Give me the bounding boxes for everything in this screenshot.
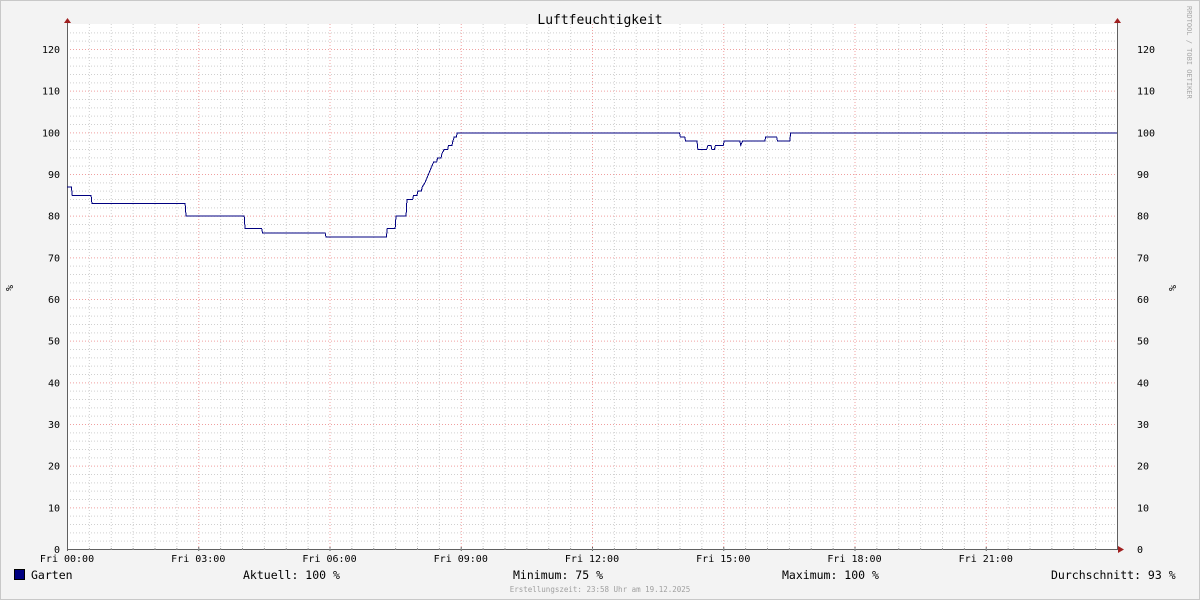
x-tick-label: Fri 18:00 <box>827 554 881 565</box>
y-tick-label-left: 30 <box>48 420 60 431</box>
legend-swatch <box>14 569 25 580</box>
y-tick-label-right: 110 <box>1137 87 1155 98</box>
x-tick-label: Fri 15:00 <box>696 554 750 565</box>
y-tick-label-right: 120 <box>1137 45 1155 56</box>
y-tick-label-left: 100 <box>42 128 60 139</box>
watermark: RRDTOOL / TOBI OETIKER <box>1185 6 1193 100</box>
y-axis-left-arrow <box>64 18 71 23</box>
y-tick-label-left: 10 <box>48 503 60 514</box>
x-tick-labels: Fri 00:00 Fri 03:00 Fri 06:00 Fri 09:00 Fri … <box>40 554 1013 565</box>
x-tick-label: Fri 21:00 <box>959 554 1013 565</box>
x-tick-label: Fri 03:00 <box>171 554 225 565</box>
y-tick-label-left: 120 <box>42 45 60 56</box>
y-tick-label-right: 70 <box>1137 253 1149 264</box>
y-tick-labels-left: 0102030405060708090100110120 <box>42 45 60 556</box>
y-tick-label-right: 0 <box>1137 545 1143 556</box>
y-tick-label-left: 80 <box>48 212 60 223</box>
x-tick-label: Fri 09:00 <box>434 554 488 565</box>
legend-series-name: Garten <box>31 568 73 582</box>
humidity-chart: 0 10 20 30 40 50 60 70 80 90 100 110 120 0 10 20 30 40 50… <box>5 6 1193 565</box>
stat-minimum: Minimum: 75 % <box>513 568 604 582</box>
y-axis-right-arrow <box>1114 18 1121 23</box>
x-tick-label: Fri 00:00 <box>40 554 94 565</box>
y-tick-label-left: 20 <box>48 462 60 473</box>
stat-durchschnitt: Durchschnitt: 93 % <box>1051 568 1176 582</box>
chart-title: Luftfeuchtigkeit <box>537 13 662 28</box>
y-tick-label-right: 40 <box>1137 378 1149 389</box>
y-tick-label-right: 80 <box>1137 212 1149 223</box>
y-tick-label-right: 60 <box>1137 295 1149 306</box>
y-tick-label-left: 90 <box>48 170 60 181</box>
y-tick-label-left: 40 <box>48 378 60 389</box>
y-tick-label-right: 10 <box>1137 503 1149 514</box>
footer-timestamp: Erstellungszeit: 23:58 Uhr am 19.12.2025 <box>509 585 691 594</box>
legend-entry-garten: Garten <box>14 568 73 584</box>
y-axis-label-right: % <box>1168 285 1179 291</box>
y-tick-label-right: 90 <box>1137 170 1149 181</box>
y-tick-label-left: 70 <box>48 253 60 264</box>
y-tick-label-right: 20 <box>1137 462 1149 473</box>
x-tick-label: Fri 06:00 <box>302 554 356 565</box>
y-tick-label-left: 50 <box>48 337 60 348</box>
stat-maximum: Maximum: 100 % <box>782 568 879 582</box>
x-tick-label: Fri 12:00 <box>565 554 619 565</box>
y-tick-label-right: 30 <box>1137 420 1149 431</box>
y-tick-labels-right: 0 10 20 30 40 50 60 70 80 90 100 110 120 <box>1137 45 1155 556</box>
stat-aktuell: Aktuell: 100 % <box>243 568 340 582</box>
y-tick-label-right: 50 <box>1137 337 1149 348</box>
y-tick-label-right: 100 <box>1137 128 1155 139</box>
y-axis-label-left: % <box>5 285 16 291</box>
y-tick-label-left: 110 <box>42 87 60 98</box>
y-tick-label-left: 60 <box>48 295 60 306</box>
x-axis-arrow <box>1118 546 1124 553</box>
